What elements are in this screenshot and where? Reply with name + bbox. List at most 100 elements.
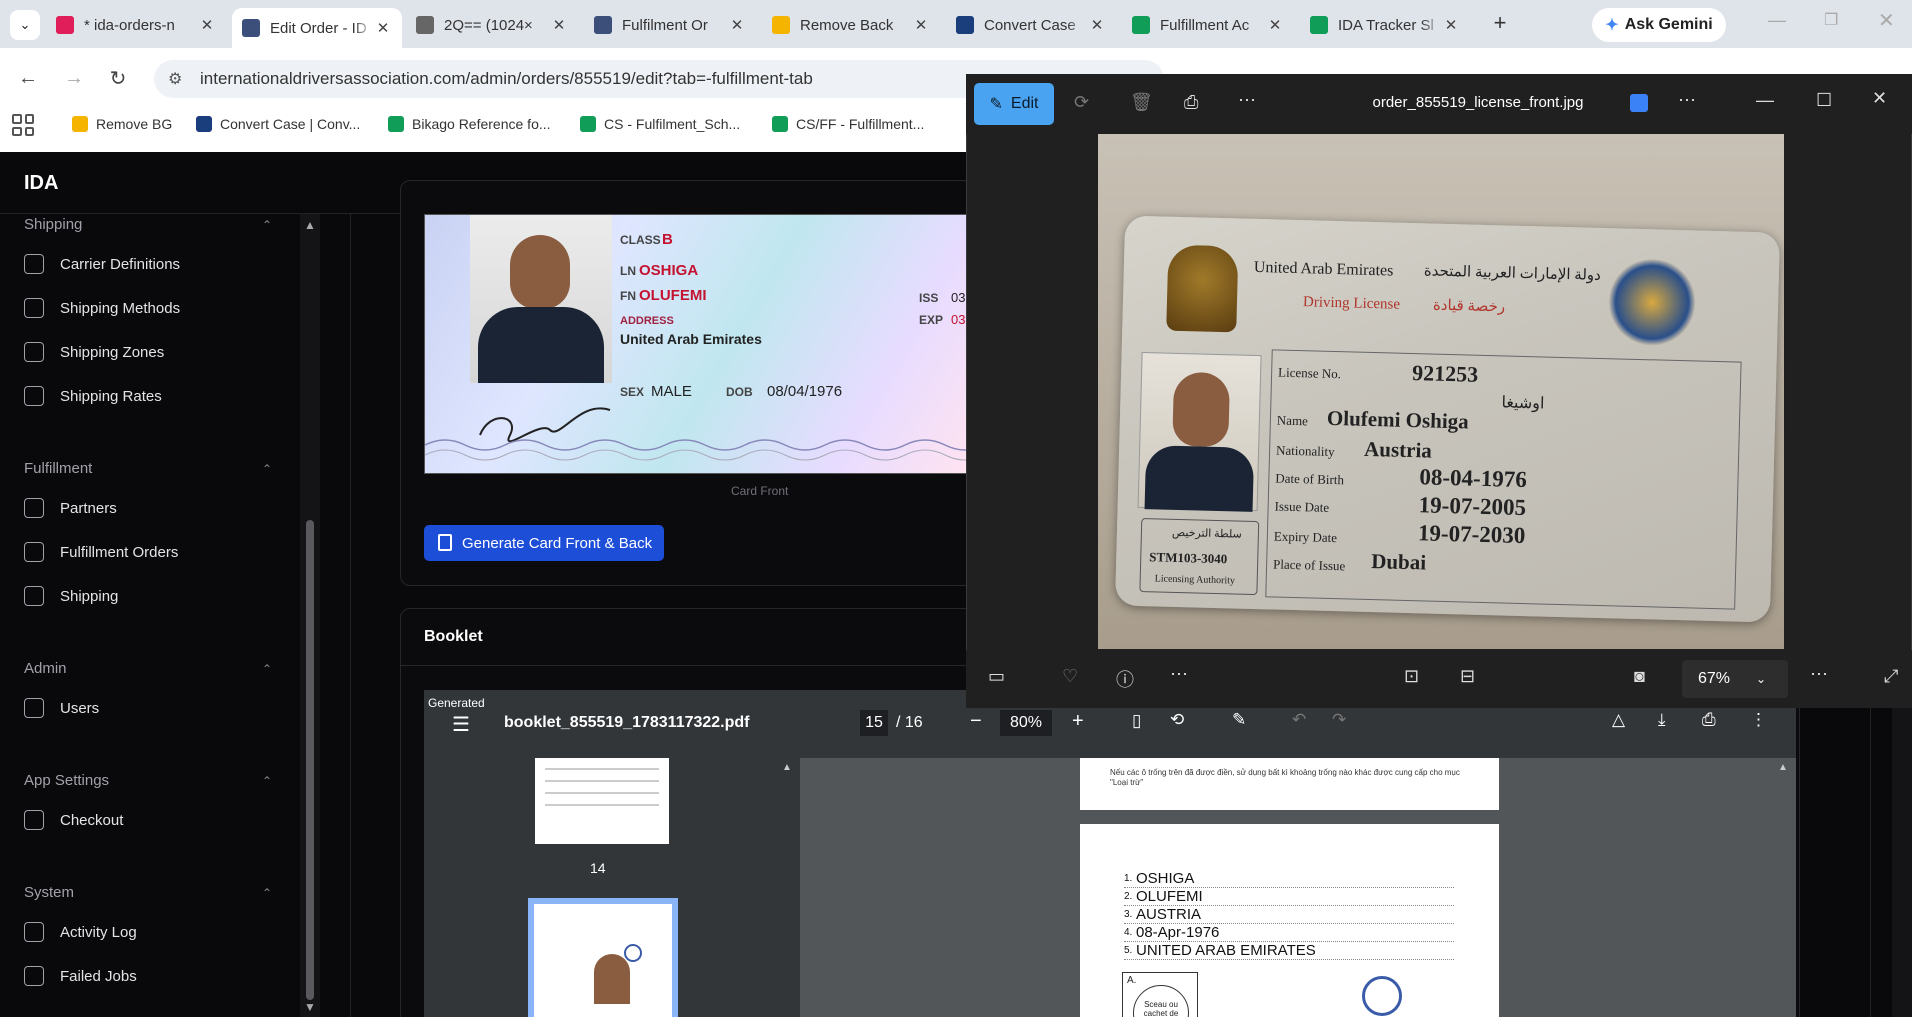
- sidebar-item[interactable]: Users: [24, 696, 99, 720]
- redo-icon[interactable]: ↷: [1332, 710, 1346, 730]
- page-input[interactable]: 15: [860, 710, 888, 736]
- fit-page-icon[interactable]: ▯: [1132, 711, 1141, 731]
- scroll-down-icon[interactable]: ▼: [304, 1000, 316, 1014]
- site-info-icon[interactable]: ⚙: [168, 69, 182, 89]
- scan-text-icon[interactable]: ⊟: [1460, 666, 1475, 687]
- edit-button[interactable]: ✎ Edit: [974, 83, 1054, 125]
- close-tab-icon[interactable]: ✕: [1088, 16, 1106, 34]
- chevron-up-icon[interactable]: ⌃: [262, 218, 272, 232]
- sidebar-item[interactable]: Shipping Methods: [24, 296, 180, 320]
- close-window-icon[interactable]: ✕: [1878, 8, 1895, 33]
- bookmark-item[interactable]: Convert Case | Conv...: [196, 112, 360, 136]
- sidebar-item[interactable]: Shipping: [24, 584, 118, 608]
- undo-icon[interactable]: ↶: [1292, 710, 1306, 730]
- close-tab-icon[interactable]: ✕: [728, 16, 746, 34]
- thumb-scroll-up-icon[interactable]: ▲: [782, 762, 792, 773]
- browser-tab[interactable]: Fulfilment Or ✕: [584, 8, 756, 42]
- zoom-out-icon[interactable]: −: [970, 710, 982, 733]
- rotate-icon[interactable]: ⟳: [1074, 92, 1089, 113]
- bookmark-item[interactable]: CS/FF - Fulfillment...: [772, 112, 924, 136]
- minimize-icon[interactable]: —: [1756, 90, 1774, 111]
- sidebar-item[interactable]: Shipping Rates: [24, 384, 162, 408]
- scrollbar-thumb[interactable]: [306, 520, 314, 1000]
- close-tab-icon[interactable]: ✕: [912, 16, 930, 34]
- brand-logo[interactable]: IDA: [24, 172, 58, 195]
- zoom-in-icon[interactable]: +: [1072, 710, 1084, 733]
- download-icon[interactable]: ⤓: [1658, 710, 1666, 730]
- more-icon[interactable]: ⋯: [1170, 664, 1188, 685]
- browser-tab[interactable]: 2Q== (1024× ✕: [406, 8, 578, 42]
- chevron-up-icon[interactable]: ⌃: [262, 662, 272, 676]
- forward-icon[interactable]: →: [58, 62, 90, 94]
- close-tab-icon[interactable]: ✕: [374, 19, 392, 37]
- browser-tab[interactable]: * ida-orders-n ✕: [46, 8, 226, 42]
- chevron-up-icon[interactable]: ⌃: [262, 462, 272, 476]
- minimize-icon[interactable]: —: [1768, 10, 1786, 31]
- sidebar-scrollbar[interactable]: ▲ ▼: [300, 214, 320, 1017]
- drive-icon[interactable]: △: [1612, 710, 1625, 730]
- exp-value: 03: [951, 312, 966, 327]
- more-options-icon[interactable]: ⋯: [1810, 664, 1828, 685]
- zoom-select[interactable]: 67% ⌄: [1682, 660, 1788, 698]
- info-icon[interactable]: ⓘ: [1116, 666, 1134, 692]
- browser-tab[interactable]: Remove Back ✕: [762, 8, 940, 42]
- generate-card-button[interactable]: Generate Card Front & Back: [424, 525, 664, 561]
- browser-tab[interactable]: Convert Case ✕: [946, 8, 1116, 42]
- reload-icon[interactable]: ↻: [102, 62, 134, 94]
- sidebar-item[interactable]: Carrier Definitions: [24, 252, 180, 276]
- visual-search-icon[interactable]: ⊡: [1404, 666, 1419, 687]
- filmstrip-icon[interactable]: ▭: [988, 666, 1005, 687]
- back-icon[interactable]: ←: [12, 62, 44, 94]
- chevron-up-icon[interactable]: ⌃: [262, 886, 272, 900]
- browser-tab[interactable]: Edit Order - ID ✕: [232, 8, 402, 48]
- menu-icon[interactable]: ☰: [452, 712, 470, 737]
- annotate-icon[interactable]: ✎: [1232, 710, 1246, 730]
- restore-icon[interactable]: ❐: [1824, 10, 1838, 30]
- sidebar-section-title[interactable]: App Settings: [24, 772, 109, 789]
- bookmark-item[interactable]: Remove BG: [72, 112, 172, 136]
- chevron-up-icon[interactable]: ⌃: [262, 774, 272, 788]
- pdf-scroll-up-icon[interactable]: ▲: [1778, 762, 1788, 773]
- fullscreen-icon[interactable]: ⤢: [1884, 666, 1898, 687]
- sidebar-item[interactable]: Failed Jobs: [24, 964, 137, 988]
- new-tab-icon[interactable]: +: [1488, 10, 1512, 40]
- close-tab-icon[interactable]: ✕: [198, 16, 216, 34]
- sidebar-item[interactable]: Activity Log: [24, 920, 137, 944]
- sidebar-item[interactable]: Shipping Zones: [24, 340, 164, 364]
- maximize-icon[interactable]: ☐: [1816, 90, 1832, 111]
- sidebar-section-title[interactable]: Fulfillment: [24, 460, 92, 477]
- browser-tab[interactable]: IDA Tracker Sl ✕: [1300, 8, 1470, 42]
- favorite-icon[interactable]: ♡: [1062, 666, 1078, 687]
- zoom-input[interactable]: 80%: [1000, 710, 1052, 736]
- thumbnail-page-14[interactable]: [535, 758, 669, 844]
- card-wave-pattern: [425, 439, 968, 461]
- more-icon[interactable]: ⋯: [1238, 90, 1256, 111]
- sidebar-section-title[interactable]: Admin: [24, 660, 67, 677]
- fit-icon[interactable]: ◙: [1634, 666, 1645, 687]
- tab-search-icon[interactable]: ⌄: [10, 10, 40, 40]
- rotate-icon[interactable]: ⟲: [1170, 710, 1184, 730]
- print-icon[interactable]: ⎙: [1184, 92, 1198, 113]
- designer-icon[interactable]: [1630, 94, 1648, 112]
- sidebar-item[interactable]: Fulfillment Orders: [24, 540, 178, 564]
- close-tab-icon[interactable]: ✕: [1442, 16, 1460, 34]
- sidebar-item[interactable]: Checkout: [24, 808, 123, 832]
- more-options-icon[interactable]: ⋮: [1750, 710, 1767, 730]
- print-icon[interactable]: ⎙: [1702, 710, 1716, 730]
- sidebar-item[interactable]: Partners: [24, 496, 117, 520]
- thumbnail-page-15[interactable]: [528, 898, 678, 1017]
- browser-tab[interactable]: Fulfillment Ac ✕: [1122, 8, 1294, 42]
- ask-gemini-button[interactable]: ✦ Ask Gemini: [1592, 8, 1726, 42]
- close-icon[interactable]: ✕: [1872, 88, 1887, 109]
- sidebar-section-title[interactable]: System: [24, 884, 74, 901]
- close-tab-icon[interactable]: ✕: [1266, 16, 1284, 34]
- close-tab-icon[interactable]: ✕: [550, 16, 568, 34]
- booklet-field: 5. UNITED ARAB EMIRATES: [1124, 942, 1454, 960]
- bookmark-item[interactable]: Bikago Reference fo...: [388, 112, 551, 136]
- bookmark-item[interactable]: CS - Fulfilment_Sch...: [580, 112, 740, 136]
- apps-grid-icon[interactable]: [12, 114, 34, 136]
- sidebar-section-title[interactable]: Shipping: [24, 216, 82, 233]
- more-menu-icon[interactable]: ⋯: [1678, 90, 1696, 111]
- delete-icon[interactable]: 🗑: [1130, 92, 1153, 113]
- scroll-up-icon[interactable]: ▲: [304, 218, 316, 232]
